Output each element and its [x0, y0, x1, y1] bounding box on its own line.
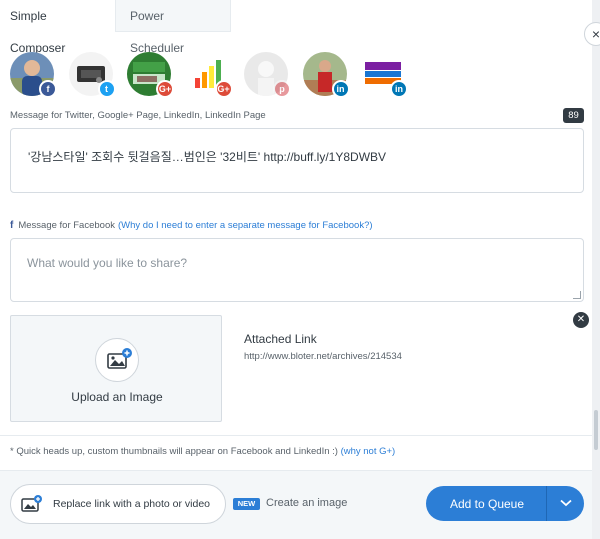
google-plus-icon: G+: [214, 80, 233, 98]
add-to-queue-button[interactable]: Add to Queue: [426, 486, 584, 521]
photo-add-icon: [21, 495, 42, 512]
create-image-link[interactable]: Create an image: [266, 497, 347, 509]
profile-avatar-facebook[interactable]: f: [10, 52, 57, 98]
facebook-icon: f: [39, 80, 57, 98]
profile-selector: f t G+ G+ p in in: [10, 52, 420, 98]
pinterest-icon: p: [273, 80, 291, 98]
facebook-message-placeholder: What would you like to share?: [27, 256, 188, 270]
divider: [0, 435, 592, 436]
linkedin-icon: in: [390, 80, 408, 98]
facebook-icon: f: [10, 220, 14, 231]
profile-avatar-google-plus-2[interactable]: G+: [185, 52, 233, 98]
why-separate-message-link[interactable]: (Why do I need to enter a separate messa…: [118, 220, 373, 231]
linkedin-icon: in: [331, 80, 350, 98]
tab-simple-composer[interactable]: Simple Composer: [0, 0, 115, 55]
thumbnail-notice: * Quick heads up, custom thumbnails will…: [10, 446, 395, 457]
page-scrollbar[interactable]: [592, 0, 600, 539]
tab-power-scheduler[interactable]: Power Scheduler: [115, 0, 231, 55]
message-networks-label: Message for Twitter, Google+ Page, Linke…: [10, 110, 266, 121]
attached-link-url: http://www.bloter.net/archives/214534: [244, 351, 402, 362]
upload-image-label: Upload an Image: [71, 390, 163, 404]
remove-attachment-close-icon[interactable]: ✕: [573, 312, 589, 328]
replace-link-with-media-button[interactable]: Replace link with a photo or video: [10, 484, 226, 524]
profile-avatar-linkedin[interactable]: in: [302, 52, 350, 98]
profile-avatar-linkedin-2[interactable]: in: [361, 52, 408, 98]
thumbnail-notice-text: * Quick heads up, custom thumbnails will…: [10, 446, 341, 457]
profile-avatar-twitter[interactable]: t: [68, 52, 116, 98]
new-badge: NEW: [233, 498, 260, 510]
resize-handle[interactable]: [573, 291, 581, 299]
add-to-queue-label: Add to Queue: [449, 496, 525, 511]
composer-tabs: Simple Composer Power Scheduler: [0, 0, 231, 55]
google-plus-icon: G+: [156, 80, 174, 98]
facebook-message-label: Message for Facebook: [18, 220, 115, 231]
facebook-message-input[interactable]: What would you like to share?: [10, 238, 584, 302]
upload-image-area[interactable]: Upload an Image: [10, 315, 222, 422]
image-upload-icon: [95, 338, 139, 382]
composer-dialog: Simple Composer Power Scheduler f t G+ G…: [0, 0, 592, 539]
main-message-input[interactable]: '강남스타일' 조회수 뒷걸음질…범인은 '32비트' http://buff.…: [10, 128, 584, 193]
twitter-icon: t: [97, 80, 116, 98]
scrollbar-thumb[interactable]: [594, 410, 598, 450]
facebook-message-label-row: f Message for Facebook (Why do I need to…: [10, 220, 373, 231]
attached-link-title: Attached Link: [244, 332, 317, 346]
character-count-badge: 89: [563, 108, 584, 123]
why-not-gplus-link[interactable]: (why not G+): [341, 446, 396, 457]
profile-avatar-pinterest[interactable]: p: [244, 52, 291, 98]
divider: [0, 470, 592, 471]
profile-avatar-google-plus[interactable]: G+: [127, 52, 174, 98]
chevron-down-icon[interactable]: [547, 498, 584, 510]
replace-link-label: Replace link with a photo or video: [53, 498, 211, 510]
